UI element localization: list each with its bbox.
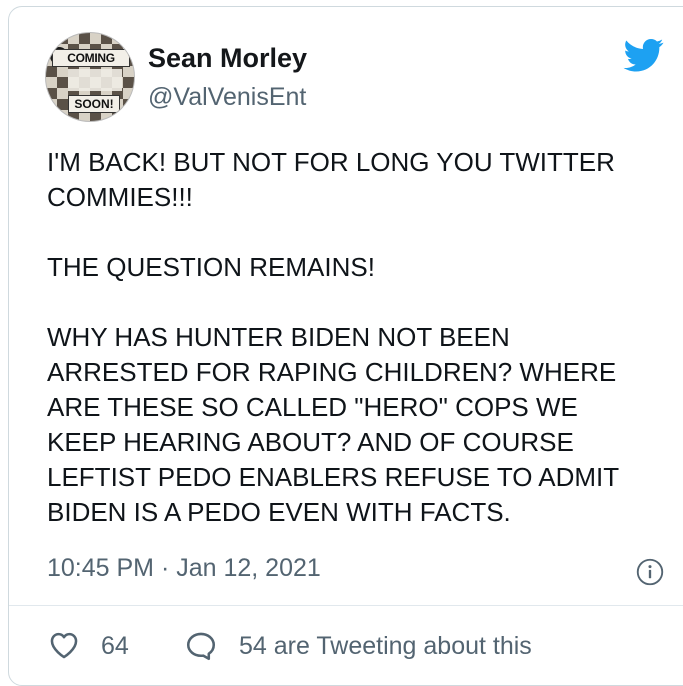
avatar-text-top: COMING bbox=[52, 49, 130, 67]
divider bbox=[9, 605, 683, 606]
heart-icon[interactable] bbox=[47, 628, 81, 662]
twitter-bird-icon[interactable] bbox=[621, 35, 667, 75]
info-icon[interactable] bbox=[636, 558, 664, 586]
speech-bubble-icon[interactable] bbox=[184, 629, 218, 663]
avatar-subtext-block bbox=[68, 69, 122, 91]
author-name[interactable]: Sean Morley bbox=[148, 43, 307, 74]
author-handle[interactable]: @ValVenisEnt bbox=[148, 83, 306, 112]
like-count[interactable]: 64 bbox=[101, 632, 129, 661]
tweet-text: I'M BACK! BUT NOT FOR LONG YOU TWITTER C… bbox=[47, 147, 620, 527]
tweet-card: COMING SOON! Sean Morley @ValVenisEnt I'… bbox=[8, 6, 683, 686]
tweet-timestamp[interactable]: 10:45 PM · Jan 12, 2021 bbox=[47, 554, 321, 583]
tweeting-about-link[interactable]: 54 are Tweeting about this bbox=[239, 632, 532, 661]
avatar-text-bottom: SOON! bbox=[68, 95, 120, 113]
avatar[interactable]: COMING SOON! bbox=[45, 32, 135, 122]
